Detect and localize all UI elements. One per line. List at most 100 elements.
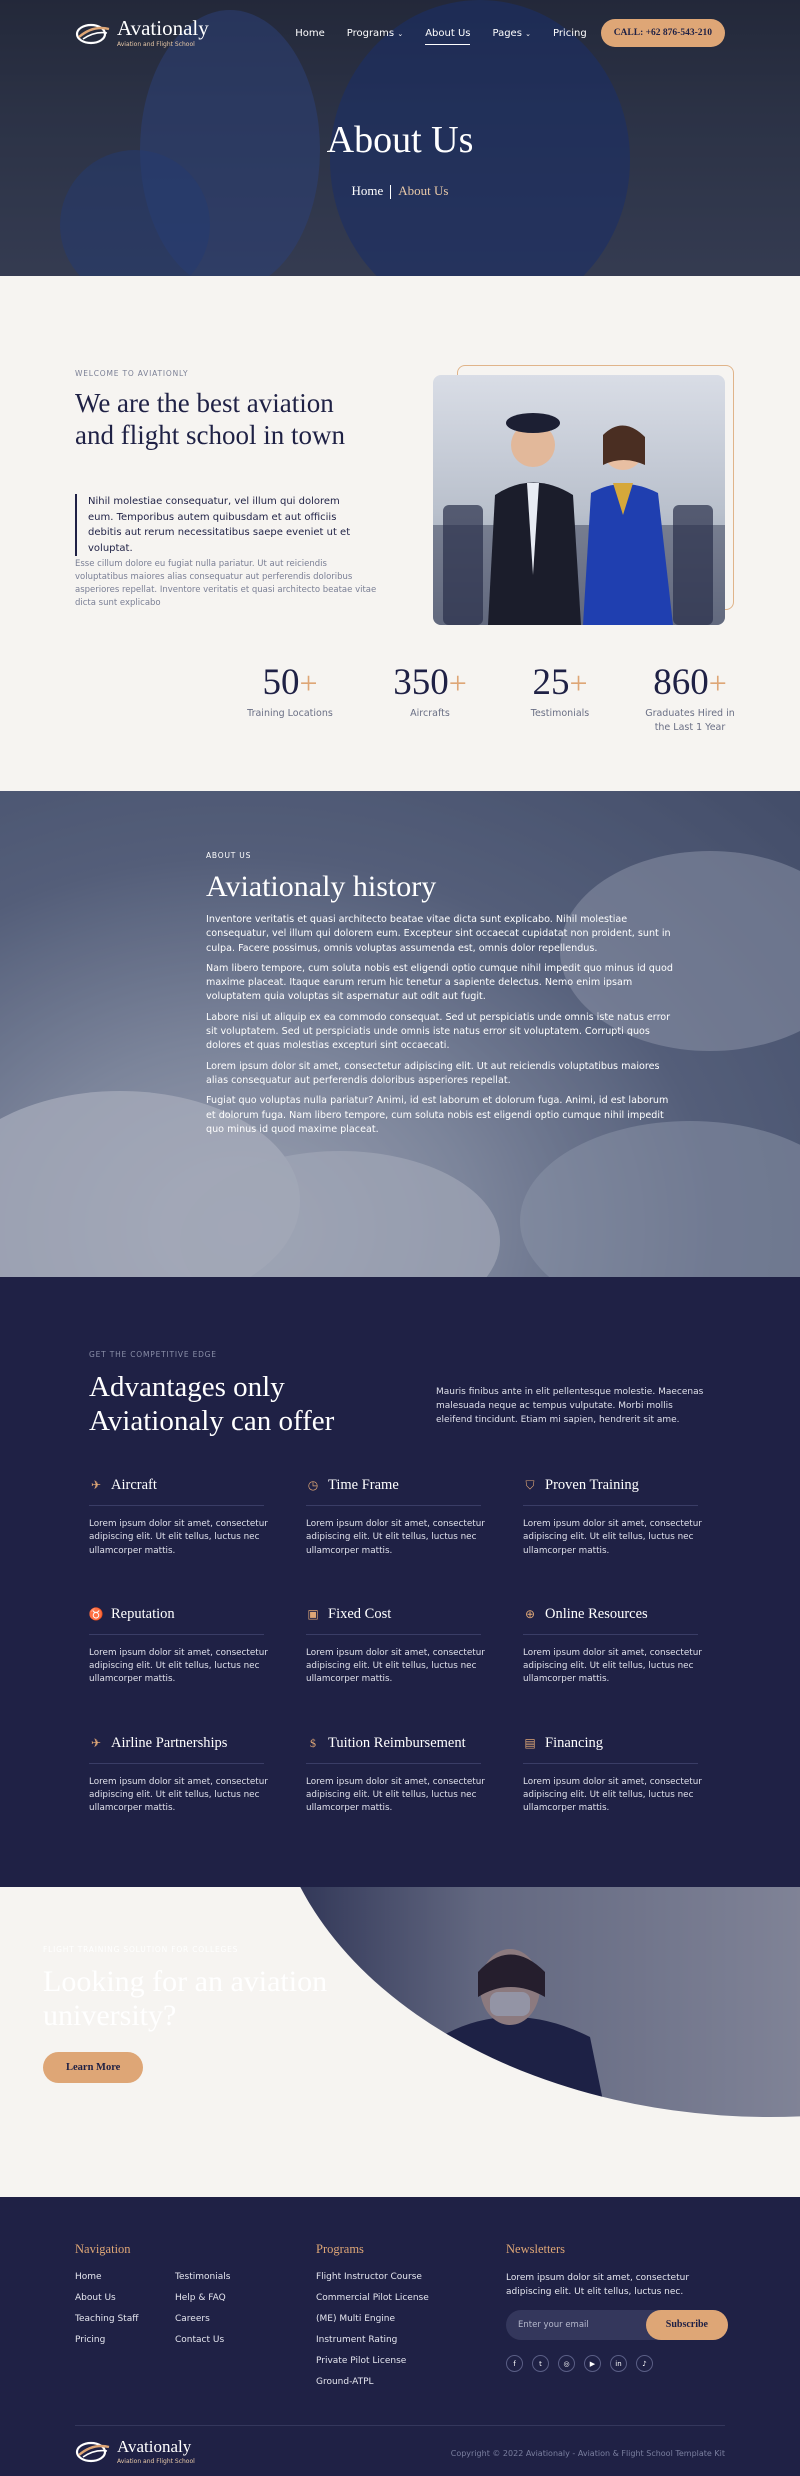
- stat-item: 50+ Training Locations: [220, 663, 360, 735]
- subscribe-button[interactable]: Subscribe: [645, 2310, 728, 2340]
- history-paragraph: Inventore veritatis et quasi architecto …: [206, 914, 671, 954]
- advantage-title: Online Resources: [545, 1605, 648, 1622]
- learn-more-button[interactable]: Learn More: [43, 2052, 144, 2083]
- footer-link[interactable]: (ME) Multi Engine: [316, 2314, 429, 2324]
- advantage-title: Fixed Cost: [328, 1605, 392, 1622]
- stat-number: 25: [532, 662, 570, 703]
- advantages-intro: Mauris finibus ante in elit pellentesque…: [436, 1387, 704, 1425]
- advantage-text: Lorem ipsum dolor sit amet, consectetur …: [523, 1647, 702, 1685]
- advantage-card: ⛉ Proven Training Lorem ipsum dolor sit a…: [523, 1477, 729, 1558]
- footer-link[interactable]: Pricing: [75, 2335, 175, 2345]
- footer-link[interactable]: Help & FAQ: [175, 2293, 275, 2303]
- plus-icon: +: [299, 665, 318, 701]
- nav-item-home[interactable]: Home: [295, 28, 325, 39]
- footer-link[interactable]: Careers: [175, 2314, 275, 2324]
- stat-number: 860: [653, 662, 709, 703]
- divider: [306, 1505, 481, 1506]
- stat-label: Testimonials: [530, 708, 590, 719]
- plane-takeoff-icon: ✈: [90, 1735, 102, 1750]
- footer-link[interactable]: Home: [75, 2272, 175, 2282]
- footer-heading: Navigation: [75, 2242, 131, 2256]
- advantages-grid: ✈ Aircraft Lorem ipsum dolor sit amet, co…: [89, 1477, 729, 1816]
- plus-icon: +: [448, 665, 467, 701]
- advantage-title: Airline Partnerships: [111, 1734, 228, 1751]
- stat-item: 350+ Aircrafts: [360, 663, 500, 735]
- chevron-down-icon: ⌄: [525, 29, 531, 38]
- facebook-icon[interactable]: f: [506, 2355, 523, 2372]
- nav-item-about[interactable]: About Us: [425, 28, 471, 45]
- logo-icon: [75, 2441, 110, 2463]
- logo-name: Avationaly: [117, 2437, 192, 2456]
- history-eyebrow: ABOUT US: [206, 851, 252, 860]
- footer-link[interactable]: Teaching Staff: [75, 2314, 175, 2324]
- site-logo[interactable]: Avationaly Aviation and Flight School: [75, 18, 209, 48]
- plus-icon: +: [708, 665, 727, 701]
- advantage-title: Time Frame: [328, 1477, 399, 1493]
- logo-name: Avationaly: [117, 16, 209, 40]
- footer-link[interactable]: Testimonials: [175, 2272, 275, 2282]
- footer-link[interactable]: Private Pilot License: [316, 2356, 429, 2366]
- stat-item: 25+ Testimonials: [500, 663, 620, 735]
- footer-link[interactable]: About Us: [75, 2293, 175, 2303]
- footer-link[interactable]: Instrument Rating: [316, 2335, 429, 2345]
- advantage-card: ♉ Reputation Lorem ipsum dolor sit amet, …: [89, 1606, 306, 1687]
- breadcrumb-home[interactable]: Home: [352, 183, 384, 198]
- twitter-icon[interactable]: t: [532, 2355, 549, 2372]
- dollar-icon: $: [310, 1735, 316, 1750]
- crew-photo: [433, 375, 725, 625]
- cta-title: Looking for an aviation university?: [43, 1965, 328, 2032]
- cta-section: FLIGHT TRAINING SOLUTION FOR COLLEGES Lo…: [0, 1887, 800, 2135]
- youtube-icon[interactable]: ▶: [584, 2355, 601, 2372]
- footer-navigation: Navigation Home Testimonials About Us He…: [75, 2242, 275, 2356]
- footer-heading: Programs: [316, 2242, 364, 2256]
- instagram-icon[interactable]: ◎: [558, 2355, 575, 2372]
- footer-link[interactable]: Ground-ATPL: [316, 2377, 429, 2387]
- divider: [89, 1633, 264, 1635]
- nav-item-pricing[interactable]: Pricing: [553, 28, 587, 39]
- advantage-title: Tuition Reimbursement: [328, 1734, 466, 1751]
- medal-icon: ♉: [88, 1606, 104, 1621]
- email-input[interactable]: Enter your email: [518, 2320, 646, 2330]
- advantage-card: $ Tuition Reimbursement Lorem ipsum dolor…: [306, 1735, 523, 1816]
- money-icon: ▣: [307, 1606, 319, 1621]
- divider: [523, 1633, 698, 1635]
- nav-item-label: Programs: [346, 27, 395, 39]
- advantage-card: ▤ Financing Lorem ipsum dolor sit amet, c…: [523, 1735, 729, 1816]
- social-links: f t ◎ ▶ in ♪: [506, 2355, 728, 2372]
- stat-number: 50: [262, 662, 300, 703]
- divider: [306, 1762, 481, 1764]
- tiktok-icon[interactable]: ♪: [636, 2355, 653, 2372]
- history-section: ABOUT US Aviationaly history Inventore v…: [0, 791, 800, 1277]
- footer-logo[interactable]: Avationaly Aviation and Flight School: [75, 2437, 195, 2465]
- footer-link[interactable]: Contact Us: [175, 2335, 275, 2345]
- site-footer: Navigation Home Testimonials About Us He…: [0, 2197, 800, 2476]
- advantage-text: Lorem ipsum dolor sit amet, consectetur …: [306, 1519, 485, 1556]
- call-button[interactable]: CALL: +62 876-543-210: [600, 19, 725, 47]
- about-eyebrow: WELCOME TO AVIATIONLY: [75, 369, 189, 378]
- nav-item-pages[interactable]: Pages ⌄: [492, 28, 530, 39]
- stat-label: Training Locations: [247, 708, 333, 719]
- logo-tagline: Aviation and Flight School: [117, 41, 195, 48]
- advantage-text: Lorem ipsum dolor sit amet, consectetur …: [306, 1647, 485, 1685]
- divider: [523, 1505, 698, 1506]
- history-title: Aviationaly history: [206, 870, 437, 903]
- stats-row: 50+ Training Locations 350+ Aircrafts 25…: [220, 663, 760, 735]
- linkedin-icon[interactable]: in: [610, 2355, 627, 2372]
- about-body: Esse cillum dolore eu fugiat nulla paria…: [75, 559, 377, 608]
- footer-link[interactable]: Commercial Pilot License: [316, 2293, 429, 2303]
- advantage-text: Lorem ipsum dolor sit amet, consectetur …: [89, 1647, 268, 1685]
- history-paragraph: Nam libero tempore, cum soluta nobis est…: [206, 962, 673, 1003]
- footer-heading: Newsletters: [506, 2242, 566, 2256]
- plus-icon: +: [569, 665, 588, 701]
- footer-link[interactable]: Flight Instructor Course: [316, 2272, 429, 2282]
- advantages-section: GET THE COMPETITIVE EDGE Advantages only…: [0, 1277, 800, 1887]
- advantage-text: Lorem ipsum dolor sit amet, consectetur …: [523, 1519, 702, 1556]
- breadcrumb-separator: [390, 185, 392, 200]
- about-quote: Nihil molestiae consequatur, vel illum q…: [75, 494, 365, 556]
- shield-icon: ⛉: [525, 1478, 535, 1492]
- stat-item: 860+ Graduates Hired in the Last 1 Year: [620, 663, 760, 735]
- advantage-card: ⊕ Online Resources Lorem ipsum dolor sit …: [523, 1606, 729, 1687]
- invoice-icon: ▤: [524, 1735, 536, 1750]
- footer-newsletter: Newsletters Lorem ipsum dolor sit amet, …: [506, 2242, 728, 2372]
- nav-item-programs[interactable]: Programs ⌄: [347, 28, 403, 39]
